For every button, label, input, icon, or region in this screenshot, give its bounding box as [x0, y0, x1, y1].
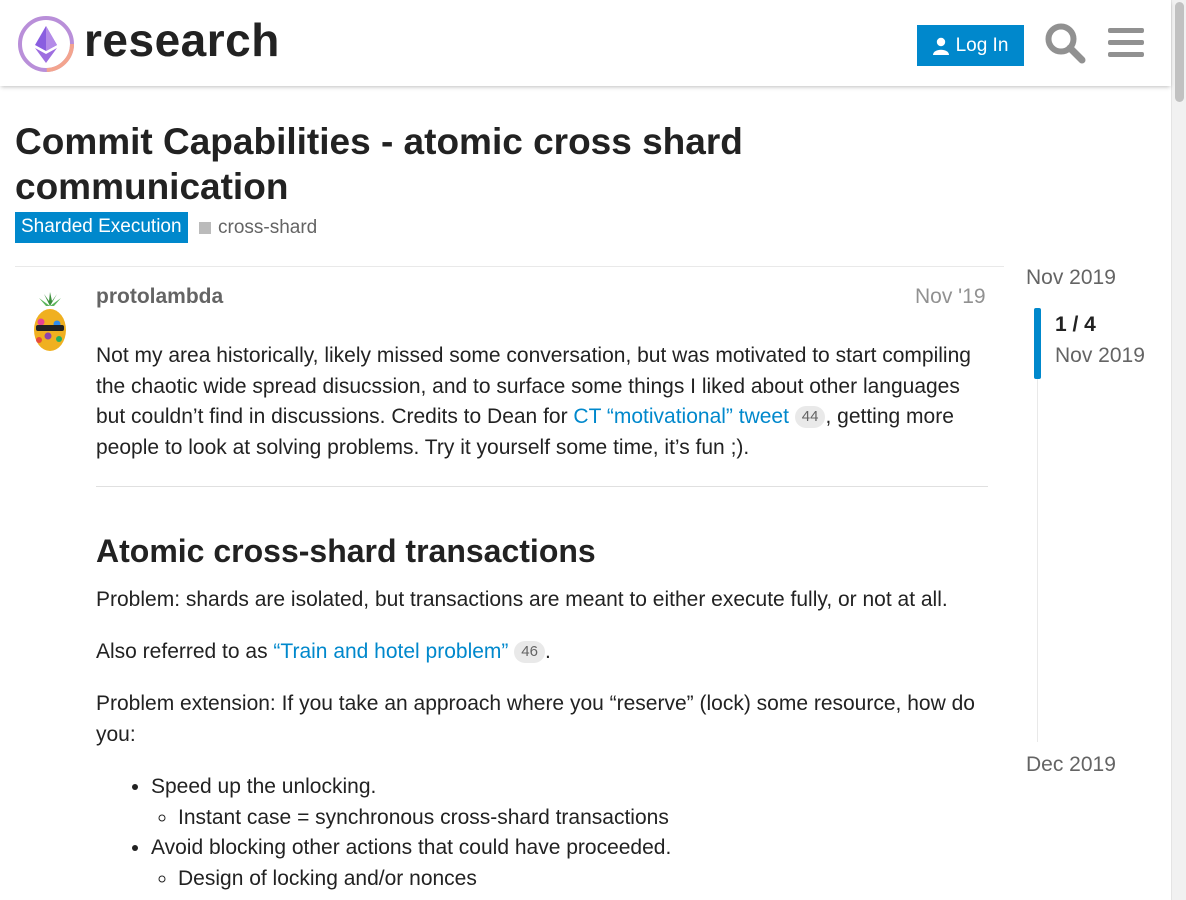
category-badge[interactable]: Sharded Execution — [15, 212, 188, 243]
topic-title[interactable]: Commit Capabilities - atomic cross shard… — [15, 119, 915, 209]
problem-paragraph: Problem: shards are isolated, but transa… — [96, 588, 948, 611]
tag-square-icon — [199, 221, 211, 234]
post-intro: Not my area historically, likely missed … — [96, 341, 988, 463]
site-title[interactable]: research — [84, 8, 280, 72]
also-suffix: . — [544, 640, 551, 663]
also-referred-paragraph: Also referred to as “Train and hotel pro… — [96, 637, 988, 668]
topic-divider — [15, 266, 1004, 267]
post-date[interactable]: Nov '19 — [915, 285, 986, 309]
login-button[interactable]: Log In — [917, 25, 1024, 66]
list-subitem: Design of locking and/or nonces — [178, 864, 988, 895]
hamburger-menu-icon[interactable] — [1107, 24, 1145, 62]
link-click-count: 44 — [794, 406, 826, 428]
timeline-end-date[interactable]: Dec 2019 — [1026, 753, 1116, 777]
post-divider — [96, 486, 988, 487]
extension-paragraph: Problem extension: If you take an approa… — [96, 692, 975, 746]
also-prefix: Also referred to as — [96, 640, 274, 663]
list-item: Speed up the unlocking. Instant case = s… — [151, 772, 988, 833]
login-label: Log In — [955, 34, 1009, 56]
list-item: Avoid blocking other actions that could … — [151, 833, 988, 894]
link-click-count: 46 — [514, 641, 545, 663]
tag-label: cross-shard — [218, 216, 318, 238]
bullet-list: Speed up the unlocking. Instant case = s… — [96, 772, 988, 894]
list-item-text: Avoid blocking other actions that could … — [151, 836, 672, 859]
tag-cross-shard[interactable]: cross-shard — [199, 212, 317, 243]
user-icon — [932, 37, 949, 55]
section-heading: Atomic cross-shard transactions — [96, 533, 596, 569]
research-logo-icon[interactable] — [16, 14, 76, 74]
timeline-start-date[interactable]: Nov 2019 — [1026, 266, 1116, 290]
list-item-text: Speed up the unlocking. — [151, 775, 377, 798]
list-subitem: Instant case = synchronous cross-shard t… — [178, 803, 988, 834]
scrollbar-thumb[interactable] — [1175, 2, 1184, 102]
train-hotel-link[interactable]: “Train and hotel problem” — [273, 640, 508, 663]
tweet-link[interactable]: CT “motivational” tweet — [573, 405, 789, 428]
search-icon[interactable] — [1044, 22, 1086, 64]
timeline-position-date: Nov 2019 — [1055, 344, 1145, 367]
pineapple-avatar-icon[interactable] — [26, 292, 74, 354]
site-header: research Log In — [0, 0, 1171, 86]
timeline-position: 1 / 4 — [1055, 313, 1096, 336]
timeline-handle[interactable] — [1034, 308, 1041, 379]
page-scrollbar[interactable] — [1171, 0, 1186, 900]
post-username[interactable]: protolambda — [96, 285, 223, 309]
